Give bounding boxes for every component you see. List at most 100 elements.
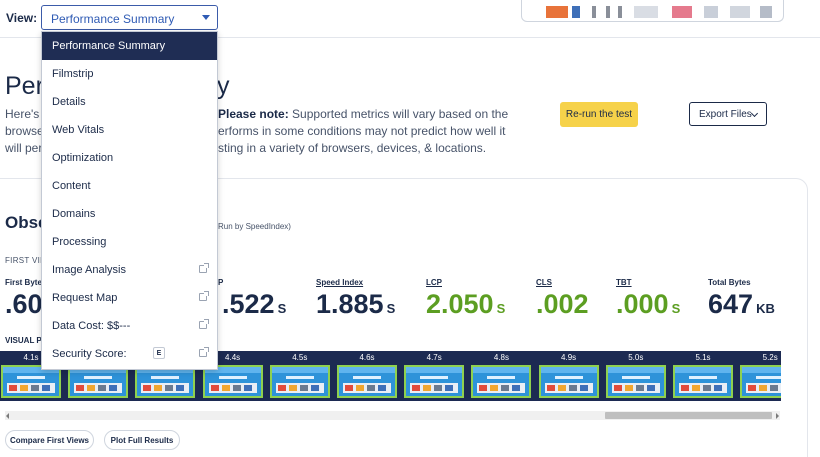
page-title-end: y [217, 72, 230, 100]
rerun-test-button[interactable]: Re-run the test [560, 102, 638, 127]
run-note: Run by SpeedIndex) [218, 222, 291, 231]
frame-tile [20, 385, 28, 391]
scroll-right-arrow-icon[interactable] [776, 413, 779, 419]
menu-item-label: Request Map [52, 292, 118, 304]
menu-item-label: Security Score: [52, 348, 127, 360]
frame-tile [613, 385, 622, 391]
menu-item-filmstrip[interactable]: Filmstrip [42, 60, 217, 88]
thumbnail-image [760, 6, 772, 18]
thumbnail-image [672, 6, 692, 18]
metric-label-first-byte: First Byte [5, 278, 42, 287]
frame-tile [31, 385, 39, 391]
thumbnail-image [634, 6, 658, 18]
frame-timestamp: 4.6s [359, 353, 375, 362]
view-label: View: [6, 11, 38, 25]
menu-item-web-vitals[interactable]: Web Vitals [42, 116, 217, 144]
frame-screenshot [404, 365, 465, 398]
view-dropdown-menu: Performance Summary Filmstrip Details Web V… [41, 31, 218, 370]
filmstrip-frame[interactable]: 4.8s [468, 351, 534, 401]
filmstrip-frame[interactable]: 4.6s [334, 351, 400, 401]
visual-progress-label: VISUAL P [5, 336, 42, 345]
view-select[interactable]: Performance Summary [41, 5, 218, 30]
menu-item-request-map[interactable]: Request Map [42, 284, 217, 312]
plot-full-results-button[interactable]: Plot Full Results [104, 430, 180, 450]
metric-label-cls[interactable]: CLS [536, 278, 552, 287]
frame-heading [151, 376, 180, 379]
thumbnail-image [618, 6, 622, 18]
intro-line: browse [5, 124, 44, 138]
menu-item-security-score[interactable]: Security Score: E [42, 340, 217, 368]
menu-item-image-analysis[interactable]: Image Analysis [42, 256, 217, 284]
filmstrip-frame[interactable]: 5.0s [603, 351, 669, 401]
export-files-button[interactable]: Export Files [689, 102, 767, 126]
frame-tile [87, 385, 96, 391]
frame-screenshot [538, 365, 599, 398]
filmstrip-frame[interactable]: 5.2s [737, 351, 781, 401]
menu-item-domains[interactable]: Domains [42, 200, 217, 228]
frame-tile [277, 385, 286, 391]
note-text: Supported metrics will vary based on the [288, 107, 509, 121]
frame-tile [624, 385, 633, 391]
menu-item-optimization[interactable]: Optimization [42, 144, 217, 172]
frame-tile [176, 385, 185, 391]
frame-header [339, 367, 395, 373]
frame-tile [154, 385, 163, 391]
menu-item-content[interactable]: Content [42, 172, 217, 200]
filmstrip-scrollbar[interactable] [5, 411, 780, 420]
filmstrip-frame[interactable]: 4.7s [401, 351, 467, 401]
page-screenshot-thumbnail[interactable] [521, 0, 784, 22]
menu-item-label: Web Vitals [52, 124, 105, 136]
frame-tile [512, 385, 521, 391]
metric-number: 647 [708, 289, 754, 319]
menu-item-performance-summary[interactable]: Performance Summary [42, 32, 217, 60]
external-link-icon [199, 263, 209, 273]
frame-tile [98, 385, 107, 391]
frame-heading [420, 376, 449, 379]
frame-tile [703, 385, 711, 391]
filmstrip-frame[interactable]: 4.9s [536, 351, 602, 401]
note-line: erforms in some conditions may not predi… [218, 124, 506, 138]
frame-header [271, 367, 328, 373]
metric-label-speed-index[interactable]: Speed Index [316, 278, 363, 287]
view-select-value: Performance Summary [51, 12, 175, 26]
thumbnail-image [606, 6, 610, 18]
metric-label-lcp[interactable]: LCP [426, 278, 442, 287]
frame-tile [356, 385, 364, 391]
frame-tile [378, 385, 386, 391]
scrollbar-thumb[interactable] [605, 412, 772, 419]
metric-unit: KB [756, 301, 775, 316]
frame-tile [546, 385, 555, 391]
menu-item-label: Details [52, 96, 86, 108]
frame-heading [17, 376, 45, 379]
metric-value-tbt: .000 S [616, 289, 680, 320]
scroll-left-arrow-icon[interactable] [6, 413, 9, 419]
frame-tile [579, 385, 588, 391]
first-view-label: FIRST VIE [5, 256, 46, 265]
frame-heading [353, 376, 381, 379]
metric-number: .60 [5, 289, 43, 319]
frame-screenshot [673, 365, 733, 398]
metric-label-tbt[interactable]: TBT [616, 278, 632, 287]
frame-timestamp: 4.8s [493, 353, 509, 362]
menu-item-details[interactable]: Details [42, 88, 217, 116]
thumbnail-image [546, 6, 568, 18]
frame-tile [479, 385, 488, 391]
frame-header [607, 367, 664, 373]
frame-tile [232, 385, 241, 391]
filmstrip-frame[interactable]: 4.5s [267, 351, 333, 401]
note-line: sting in a variety of browsers, devices,… [218, 141, 487, 155]
menu-item-label: Optimization [52, 152, 114, 164]
frame-tile [367, 385, 375, 391]
menu-item-processing[interactable]: Processing [42, 228, 217, 256]
frame-tile [714, 385, 722, 391]
compare-first-views-button[interactable]: Compare First Views [5, 430, 94, 450]
menu-item-data-cost[interactable]: Data Cost: $$--- [42, 312, 217, 340]
frame-heading [756, 376, 781, 379]
frame-screenshot [605, 365, 666, 398]
frame-tile [681, 385, 689, 391]
menu-item-label: Filmstrip [52, 68, 94, 80]
frame-timestamp: 4.5s [292, 353, 308, 362]
menu-item-label: Content [52, 180, 91, 192]
frame-tile [288, 385, 297, 391]
filmstrip-frame[interactable]: 5.1s [670, 351, 736, 401]
